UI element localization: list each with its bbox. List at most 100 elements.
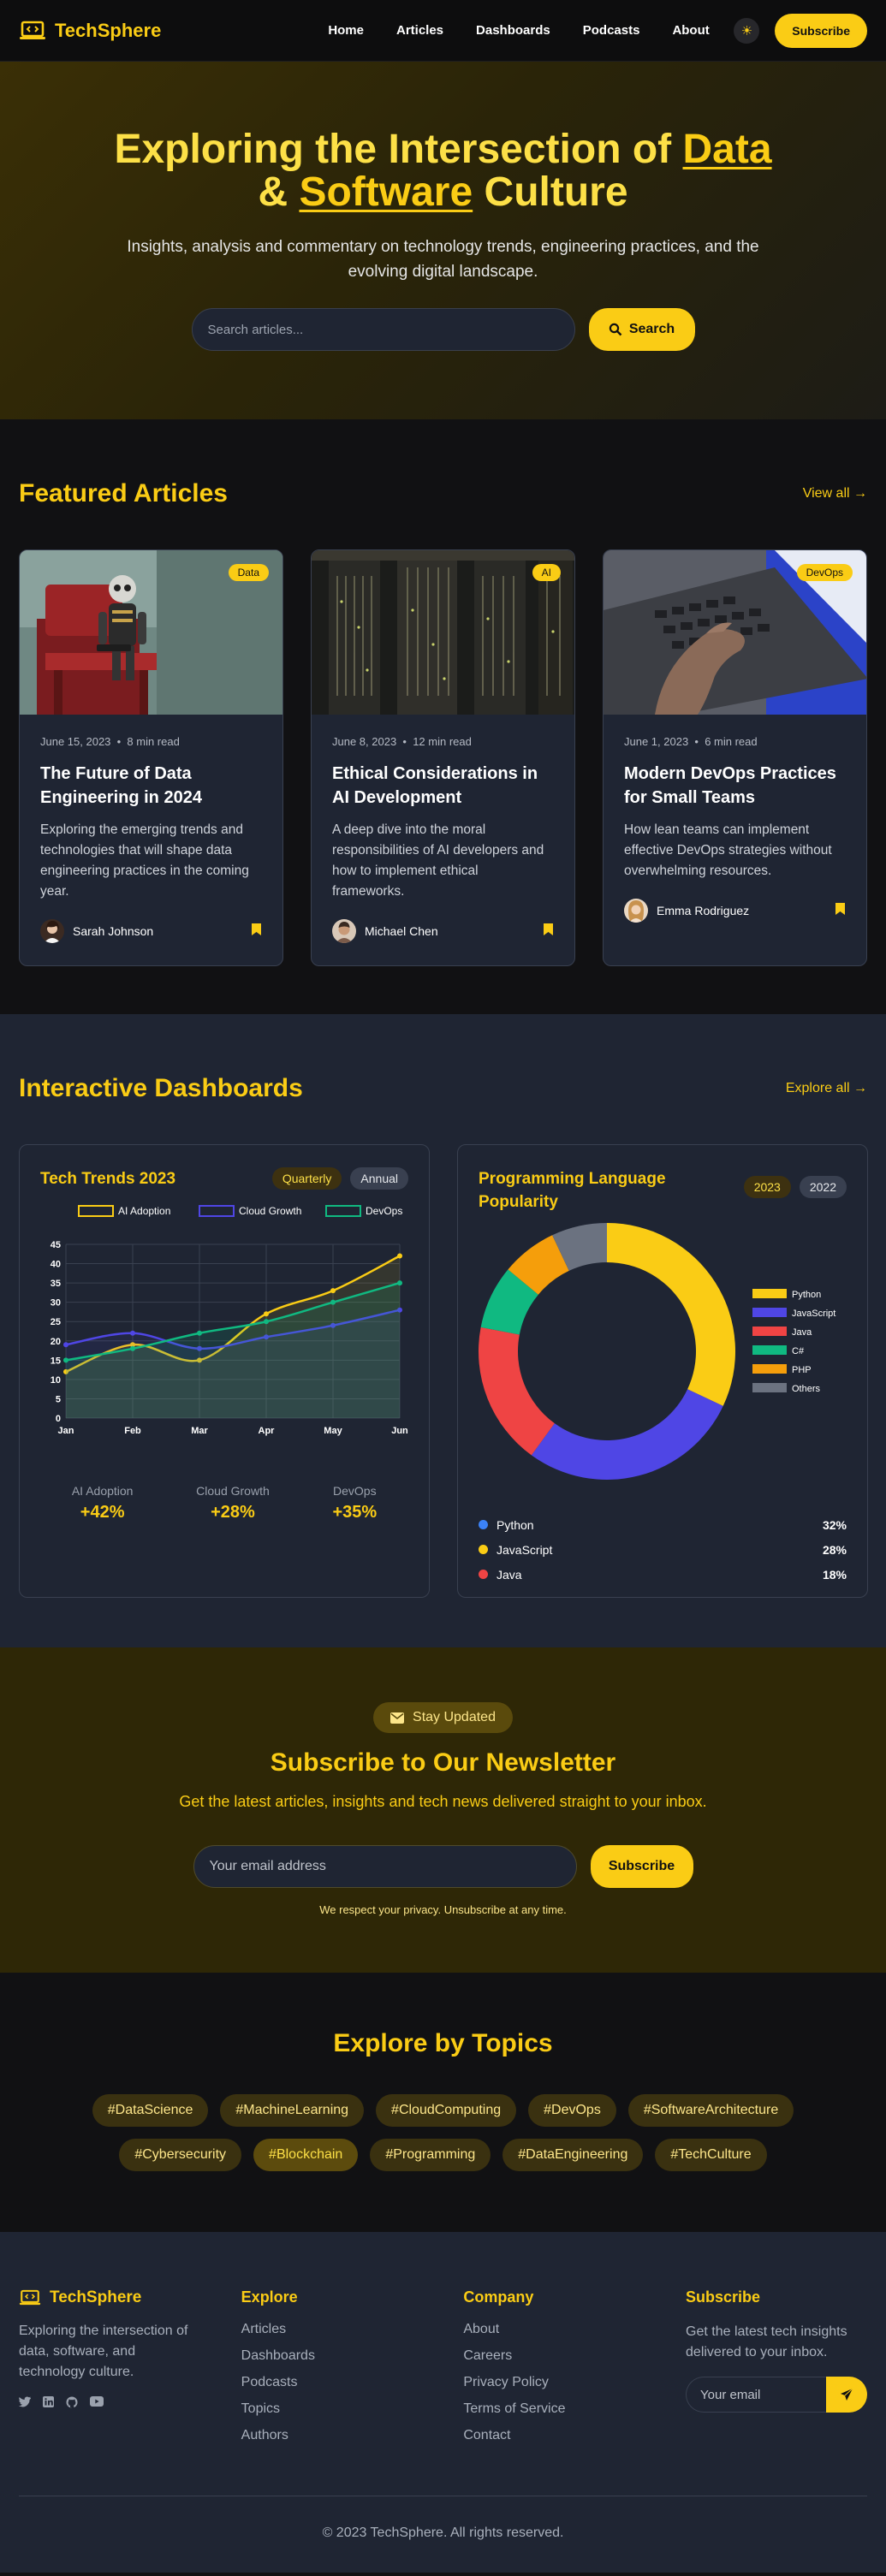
data-point	[264, 1319, 269, 1325]
topic-tag[interactable]: #Programming	[370, 2139, 491, 2171]
article-excerpt: A deep dive into the moral responsibilit…	[332, 822, 544, 899]
x-tick-label: Jun	[391, 1426, 408, 1436]
hero-search-button[interactable]: Search	[588, 308, 695, 351]
legend-label: Cloud Growth	[239, 1205, 301, 1217]
newsletter-title: Subscribe to Our Newsletter	[270, 1748, 616, 1777]
newsletter-subscribe-button[interactable]: Subscribe	[590, 1845, 693, 1888]
nav-link-home[interactable]: Home	[328, 23, 364, 38]
arrow-right-icon: →	[853, 486, 867, 501]
bookmark-icon[interactable]	[543, 923, 554, 941]
data-point	[264, 1311, 269, 1317]
x-tick-label: Mar	[191, 1426, 208, 1436]
language-name: Python	[497, 1517, 534, 1532]
legend-label: JavaScript	[792, 1309, 835, 1319]
bookmark-icon[interactable]	[251, 923, 262, 941]
footer-link-privacy[interactable]: Privacy Policy	[463, 2375, 686, 2390]
article-title[interactable]: Ethical Considerations in AI Development	[332, 762, 554, 810]
article-tag[interactable]: Data	[228, 564, 269, 581]
legend-label: Others	[792, 1384, 821, 1394]
youtube-icon[interactable]	[90, 2396, 104, 2411]
article-image-robot: Data	[20, 550, 282, 715]
nav-subscribe-button[interactable]: Subscribe	[775, 13, 867, 48]
footer-link-topics[interactable]: Topics	[241, 2401, 464, 2417]
article-author: Emma Rodriguez	[624, 899, 846, 923]
y-tick-label: 20	[51, 1337, 61, 1347]
footer-subscribe-text: Get the latest tech insights delivered t…	[686, 2324, 847, 2359]
topic-tag[interactable]: #Cybersecurity	[119, 2139, 242, 2171]
footer-link-podcasts[interactable]: Podcasts	[241, 2375, 464, 2390]
badge-label: Stay Updated	[413, 1710, 496, 1724]
legend-swatch	[752, 1383, 787, 1392]
footer-link-dashboards[interactable]: Dashboards	[241, 2348, 464, 2364]
hero-search-input[interactable]: Search articles...	[191, 308, 575, 351]
newsletter-email-input[interactable]: Your email address	[193, 1845, 577, 1888]
topic-tag[interactable]: #DataEngineering	[502, 2139, 644, 2171]
y-tick-label: 35	[51, 1279, 61, 1289]
footer-explore-title: Explore	[241, 2288, 298, 2306]
language-row-javascript: JavaScript 28%	[479, 1537, 847, 1562]
footer-link-authors[interactable]: Authors	[241, 2428, 464, 2443]
article-tag[interactable]: DevOps	[796, 564, 853, 581]
footer-send-button[interactable]	[826, 2377, 868, 2413]
topic-tag[interactable]: #DevOps	[528, 2094, 616, 2127]
topic-tag[interactable]: #TechCulture	[655, 2139, 767, 2171]
bookmark-icon[interactable]	[835, 902, 846, 920]
article-title[interactable]: Modern DevOps Practices for Small Teams	[624, 762, 846, 810]
footer-link-about[interactable]: About	[463, 2322, 686, 2337]
article-card[interactable]: Data June 15, 2023 • 8 min read The Futu…	[19, 549, 283, 966]
stat-label: DevOps	[333, 1484, 377, 1498]
tech-trends-title: Tech Trends 2023	[40, 1170, 176, 1188]
brand-logo[interactable]: TechSphere	[19, 20, 161, 42]
data-point	[63, 1357, 68, 1363]
stat-label: AI Adoption	[71, 1484, 134, 1498]
data-point	[197, 1330, 202, 1336]
stat-value: +28%	[211, 1503, 255, 1522]
topic-tag[interactable]: #SoftwareArchitecture	[627, 2094, 794, 2127]
topic-tag[interactable]: #CloudComputing	[376, 2094, 517, 2127]
stat-devops: DevOps +35%	[332, 1484, 377, 1522]
article-meta: June 8, 2023 • 12 min read	[332, 735, 472, 748]
donut-slice	[479, 1327, 555, 1456]
footer-link-careers[interactable]: Careers	[463, 2348, 686, 2364]
legend-label: PHP	[792, 1365, 812, 1375]
article-excerpt: Exploring the emerging trends and techno…	[40, 822, 249, 899]
y-tick-label: 45	[51, 1240, 61, 1250]
footer-link-terms[interactable]: Terms of Service	[463, 2401, 686, 2417]
footer-link-articles[interactable]: Articles	[241, 2322, 464, 2337]
nav-link-articles[interactable]: Articles	[396, 23, 443, 38]
article-title[interactable]: The Future of Data Engineering in 2024	[40, 762, 262, 810]
envelope-icon	[390, 1712, 405, 1724]
article-date: June 1, 2023	[624, 735, 689, 748]
quarterly-toggle[interactable]: Quarterly	[271, 1167, 342, 1190]
article-card[interactable]: AI June 8, 2023 • 12 min read Ethical Co…	[311, 549, 575, 966]
footer-brand[interactable]: TechSphere	[19, 2288, 241, 2307]
article-date: June 15, 2023	[40, 735, 111, 748]
legend-label: Java	[792, 1327, 812, 1338]
nav-link-podcasts[interactable]: Podcasts	[583, 23, 640, 38]
hero-title-data: Data	[682, 127, 772, 172]
hero-title-culture: Culture	[473, 169, 628, 215]
article-tag[interactable]: AI	[532, 564, 561, 581]
legend-dot	[479, 1520, 488, 1529]
explore-all-link[interactable]: Explore all →	[786, 1081, 867, 1096]
newsletter-section: Stay Updated Subscribe to Our Newsletter…	[0, 1647, 886, 1973]
article-card[interactable]: DevOps June 1, 2023 • 6 min read Modern …	[603, 549, 867, 966]
view-all-link[interactable]: View all →	[803, 486, 867, 502]
year-2023-toggle[interactable]: 2023	[743, 1176, 791, 1198]
data-point	[130, 1345, 135, 1351]
year-2022-toggle[interactable]: 2022	[799, 1176, 847, 1198]
topic-tag[interactable]: #DataScience	[92, 2094, 209, 2127]
featured-title: Featured Articles	[19, 479, 228, 507]
topic-tag[interactable]: #MachineLearning	[220, 2094, 365, 2127]
github-icon[interactable]	[66, 2396, 78, 2411]
article-read-time: 12 min read	[413, 735, 472, 748]
nav-link-dashboards[interactable]: Dashboards	[476, 23, 550, 38]
nav-link-about[interactable]: About	[672, 23, 709, 38]
theme-toggle-button[interactable]: ☀	[734, 17, 760, 44]
linkedin-icon[interactable]	[43, 2396, 54, 2411]
footer-email-input[interactable]: Your email	[686, 2377, 827, 2413]
annual-toggle[interactable]: Annual	[350, 1167, 408, 1190]
twitter-icon[interactable]	[18, 2396, 31, 2411]
topic-tag[interactable]: #Blockchain	[253, 2139, 359, 2171]
footer-link-contact[interactable]: Contact	[463, 2428, 686, 2443]
